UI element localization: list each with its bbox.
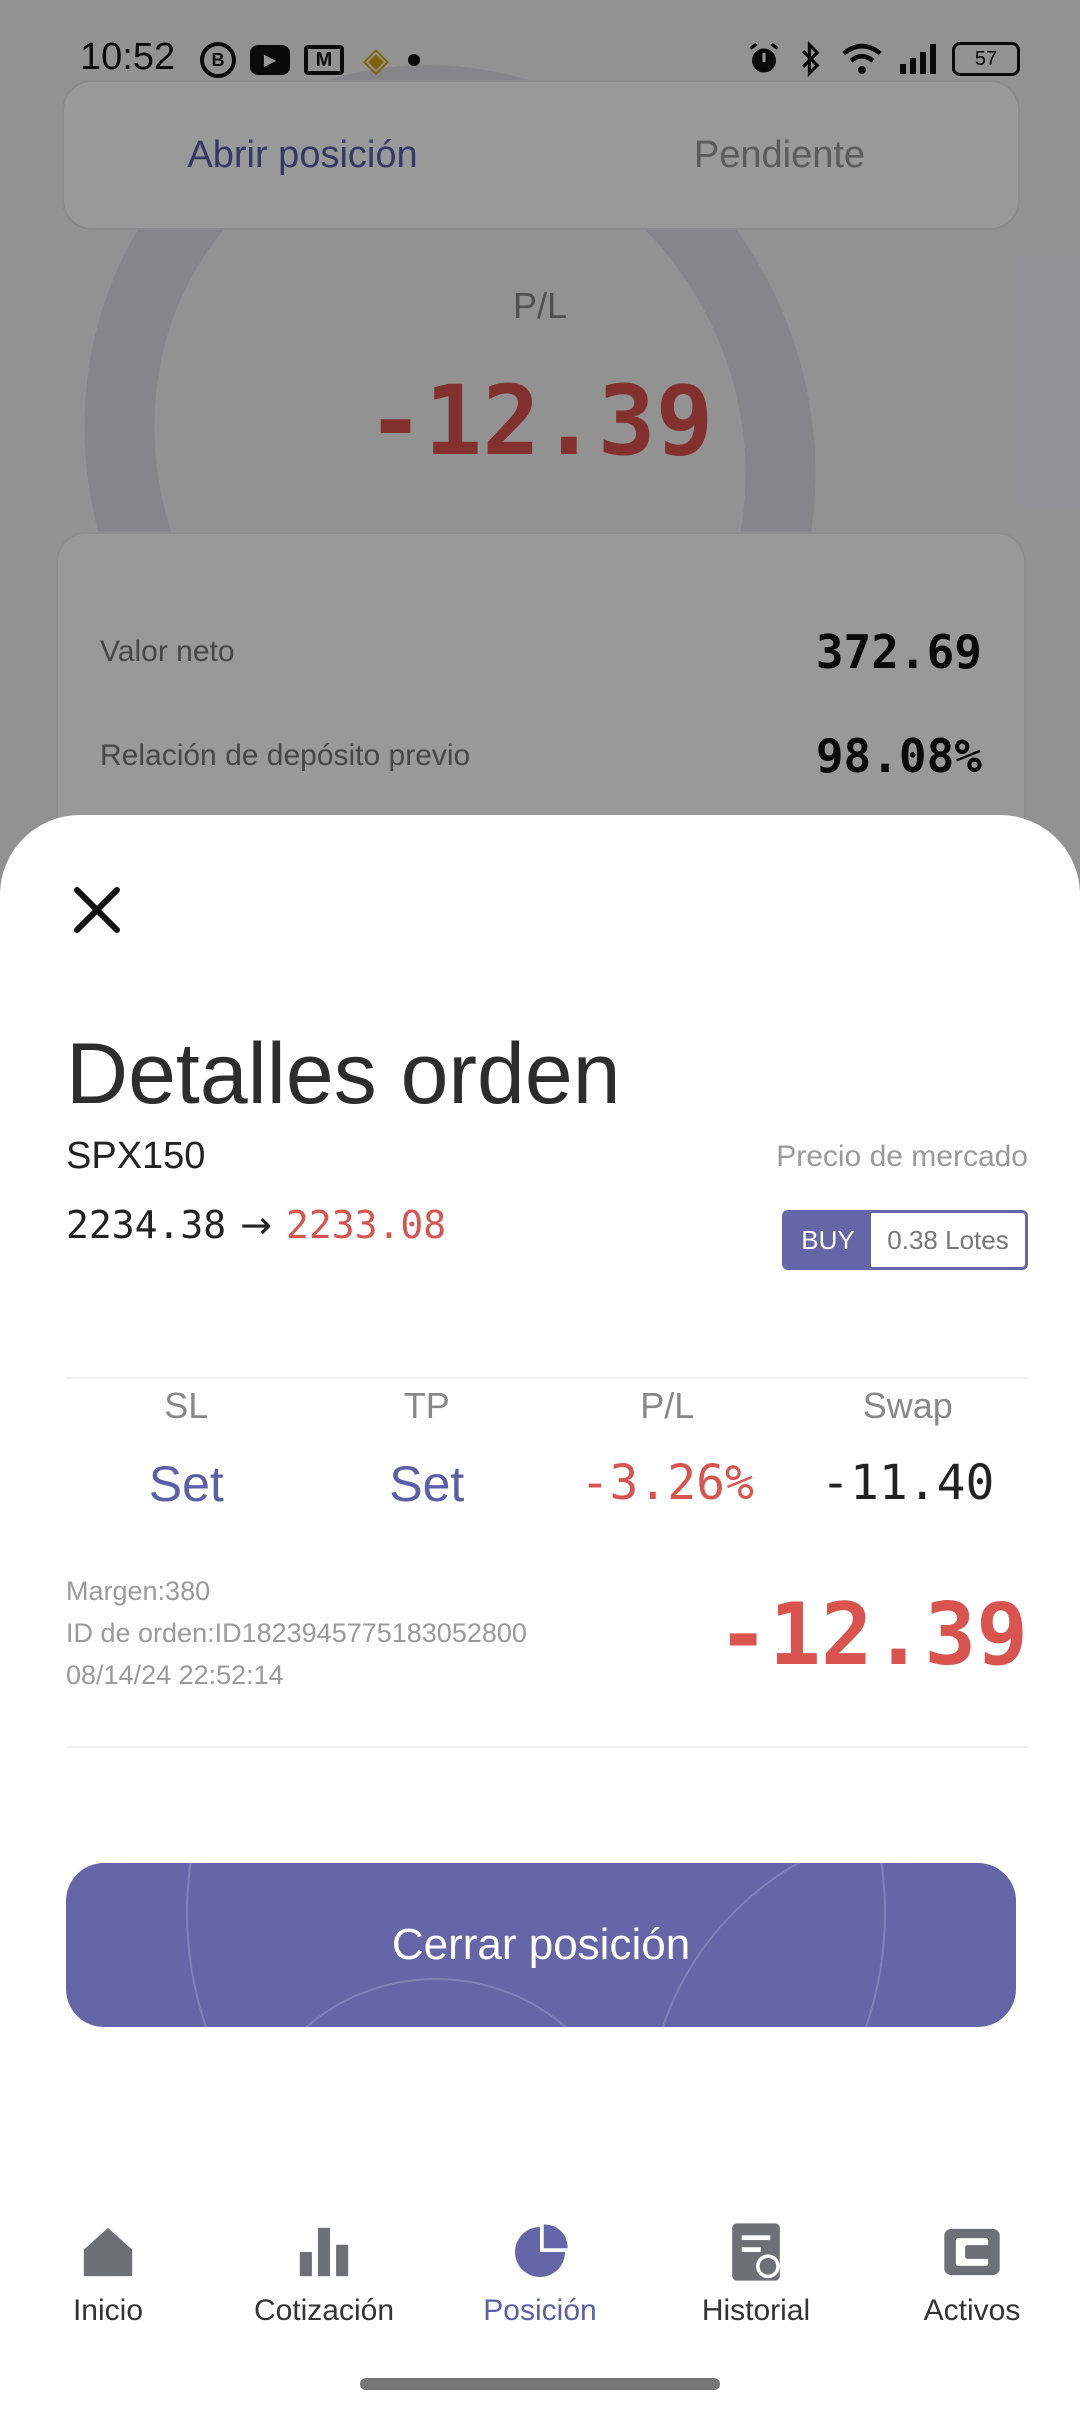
order-details-sheet: Detalles orden SPX150 2234.38 → 2233.08 … (0, 815, 1080, 2412)
open-price: 2234.38 (66, 1203, 227, 1247)
close-icon (74, 887, 120, 933)
nav-label: Posición (483, 2294, 597, 2327)
bottom-nav: Inicio Cotización Posición Historial Act… (0, 2220, 1080, 2370)
order-id-text: ID de orden:ID1823945775183052800 (66, 1618, 527, 1648)
page-title: Detalles orden (66, 1026, 621, 1122)
price-change: 2234.38 → 2233.08 (66, 1203, 446, 1247)
sl-set-button[interactable]: Set (66, 1455, 307, 1513)
home-icon (78, 2220, 138, 2284)
arrow-right-icon: → (240, 1203, 272, 1247)
nav-label: Historial (701, 2294, 811, 2327)
nav-item-historial[interactable]: Historial (648, 2220, 864, 2370)
order-side: BUY (785, 1213, 871, 1267)
order-lots: 0.38 Lotes (887, 1224, 1009, 1255)
nav-item-inicio[interactable]: Inicio (0, 2220, 216, 2370)
nav-item-cotizacion[interactable]: Cotización (216, 2220, 432, 2370)
order-timestamp: 08/14/24 22:52:14 (66, 1660, 284, 1690)
nav-label: Activos (923, 2294, 1021, 2327)
order-meta: Margen:380 ID de orden:ID182394577518305… (66, 1570, 527, 1696)
pl-header: P/L (640, 1385, 695, 1426)
home-indicator[interactable] (360, 2378, 720, 2390)
close-position-button[interactable]: Cerrar posición (66, 1863, 1016, 2027)
tp-header: TP (403, 1385, 450, 1426)
pie-chart-icon (510, 2220, 570, 2284)
history-icon (726, 2220, 786, 2284)
nav-label: Inicio (72, 2294, 144, 2327)
bar-chart-icon (294, 2220, 354, 2284)
sl-header: SL (164, 1385, 209, 1426)
market-price-label: Precio de mercado (776, 1140, 1028, 1173)
swap-value: -11.40 (821, 1455, 995, 1511)
order-stats-values: Set Set -3.26% -11.40 (66, 1455, 1028, 1513)
background-screen: 10:52 B ▶ M ◈ 57 Abrir posición Pendient… (0, 0, 1080, 900)
order-side-badge: BUY 0.38 Lotes (782, 1210, 1028, 1270)
divider (66, 1377, 1028, 1379)
nav-label: Cotización (253, 2294, 395, 2327)
order-pl-value: -12.39 (717, 1585, 1028, 1685)
modal-scrim[interactable] (0, 0, 1080, 900)
tp-set-button[interactable]: Set (307, 1455, 548, 1513)
close-button[interactable] (62, 875, 132, 945)
nav-item-posicion[interactable]: Posición (432, 2220, 648, 2370)
close-position-label: Cerrar posición (391, 1920, 691, 1969)
order-stats-headers: SL TP P/L Swap (66, 1385, 1028, 1427)
pl-percent: -3.26% (580, 1455, 754, 1511)
divider (66, 1746, 1028, 1748)
nav-item-activos[interactable]: Activos (864, 2220, 1080, 2370)
margin-text: Margen:380 (66, 1576, 211, 1606)
instrument-symbol: SPX150 (66, 1135, 206, 1177)
swap-header: Swap (862, 1385, 953, 1426)
current-price: 2233.08 (286, 1203, 447, 1247)
wallet-icon (942, 2220, 1002, 2284)
